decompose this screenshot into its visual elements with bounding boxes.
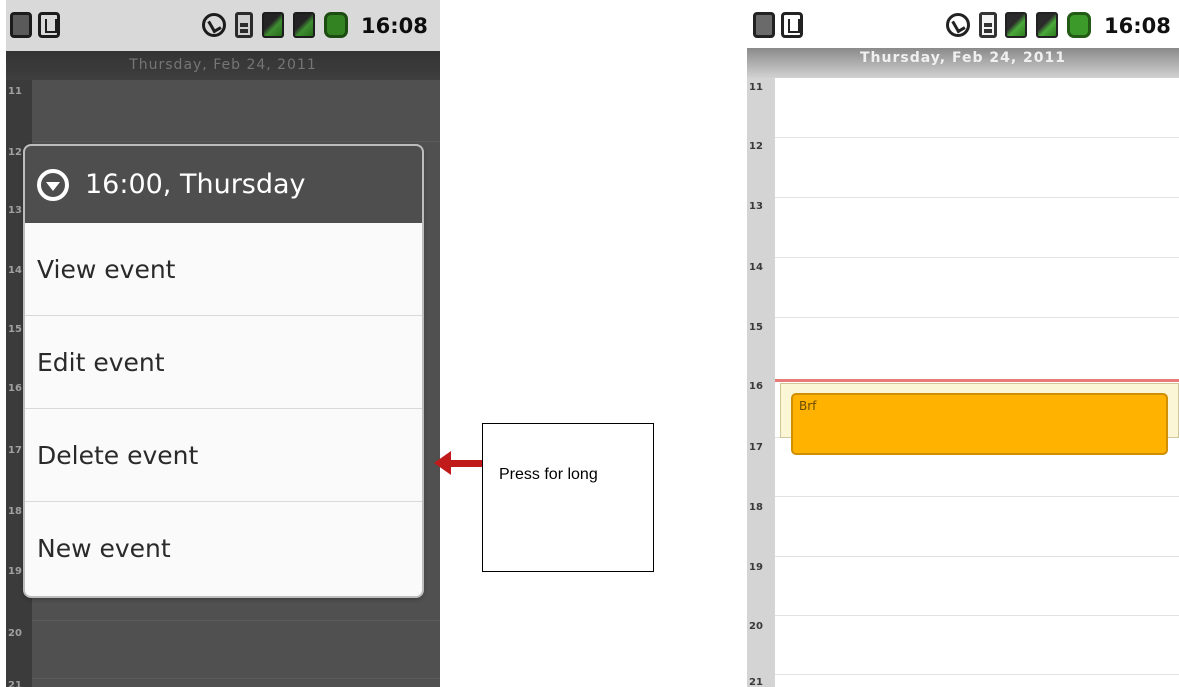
arrow-shaft	[450, 460, 482, 467]
hour-label: 11	[749, 82, 763, 93]
hour-label: 19	[749, 562, 763, 573]
hour-gridline	[775, 556, 1179, 557]
usb-icon	[781, 12, 803, 38]
phone-icon	[979, 12, 997, 38]
context-menu-title-bar: 16:00, Thursday	[25, 146, 422, 223]
signal-icon-2	[1036, 12, 1058, 38]
menu-item-new-event[interactable]: New event	[25, 502, 422, 594]
hour-label: 16	[749, 381, 763, 392]
sd-card-icon	[753, 12, 775, 38]
hour-label: 21	[749, 677, 763, 687]
sync-icon	[946, 13, 970, 37]
hour-gridline	[775, 496, 1179, 497]
chevron-down-circle-icon	[37, 168, 69, 201]
annotation-callout: Press for long	[482, 423, 654, 572]
left-phone-screen: 16:08 Thursday, Feb 24, 2011 11 12 13 14…	[6, 0, 440, 687]
current-time-line	[775, 379, 1179, 382]
signal-icon	[1005, 12, 1027, 38]
hour-label: 13	[749, 201, 763, 212]
context-menu-title: 16:00, Thursday	[85, 169, 306, 200]
context-menu: 16:00, Thursday View event Edit event De…	[25, 146, 422, 596]
hour-gridline	[775, 137, 1179, 138]
event-title: Brf	[799, 399, 817, 413]
hour-label: 15	[749, 322, 763, 333]
hour-label: 14	[749, 262, 763, 273]
battery-icon	[1067, 12, 1091, 38]
hour-label: 20	[749, 621, 763, 632]
hour-label: 12	[749, 141, 763, 152]
hour-label: 18	[749, 502, 763, 513]
hour-label: 17	[749, 442, 763, 453]
menu-item-delete-event[interactable]: Delete event	[25, 409, 422, 502]
arrow-left-icon	[434, 451, 451, 475]
status-bar: 16:08	[747, 0, 1179, 48]
hour-gridline	[775, 197, 1179, 198]
calendar-event[interactable]: Brf	[791, 393, 1168, 455]
hour-gridline	[775, 615, 1179, 616]
hour-gridline	[775, 257, 1179, 258]
hour-gridline	[775, 317, 1179, 318]
right-phone-screen: 16:08 Thursday, Feb 24, 2011 11 12 13 14…	[747, 0, 1179, 687]
status-time: 16:08	[1104, 14, 1171, 38]
menu-item-view-event[interactable]: View event	[25, 223, 422, 316]
menu-item-edit-event[interactable]: Edit event	[25, 316, 422, 409]
date-header: Thursday, Feb 24, 2011	[747, 48, 1179, 78]
hour-gridline	[775, 674, 1179, 675]
